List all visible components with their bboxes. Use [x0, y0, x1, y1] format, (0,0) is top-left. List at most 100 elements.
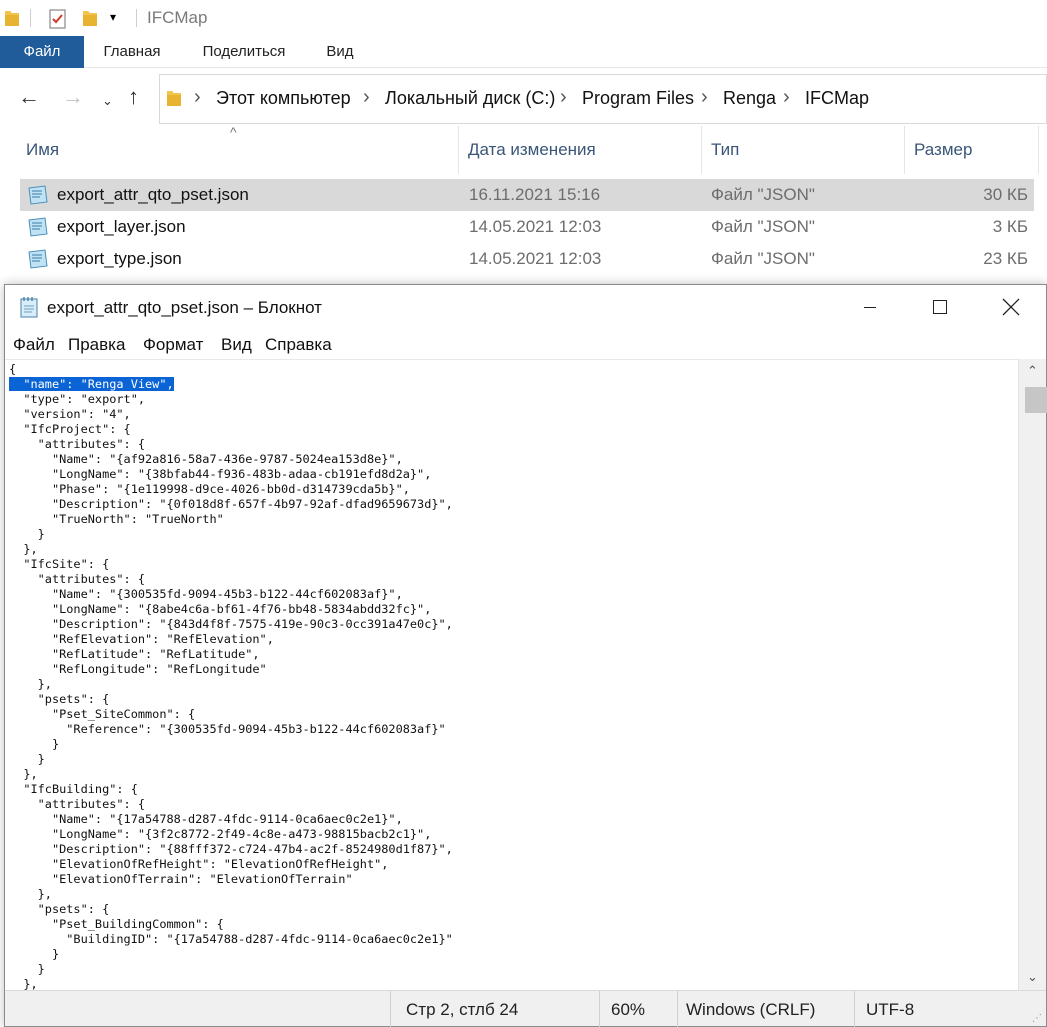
vertical-scrollbar[interactable]: ⌃ ⌄ — [1018, 359, 1047, 991]
editor-line: "RefElevation": "RefElevation", — [9, 632, 274, 646]
editor-line: "type": "export", — [9, 392, 146, 406]
editor-line: "Pset_SiteCommon": { — [9, 707, 196, 721]
editor-line: "ElevationOfTerrain": "ElevationOfTerrai… — [9, 872, 353, 886]
file-row[interactable]: export_type.json 14.05.2021 12:03 Файл "… — [20, 243, 1034, 275]
menu-edit[interactable]: Правка — [68, 335, 125, 355]
properties-checkmark-icon[interactable] — [48, 8, 68, 35]
text-editor[interactable]: { "name": "Renga View", "type": "export"… — [5, 359, 1018, 991]
breadcrumb-chevron-icon[interactable]: › — [701, 86, 708, 109]
editor-line: }, — [9, 542, 38, 556]
editor-line: "attributes": { — [9, 437, 146, 451]
notepad-title-bar[interactable]: export_attr_qto_pset.json – Блокнот — [5, 285, 1046, 331]
editor-line: "Pset_BuildingCommon": { — [9, 917, 224, 931]
breadcrumb-local-disk[interactable]: Локальный диск (C:) — [385, 88, 555, 109]
file-date: 14.05.2021 12:03 — [469, 249, 602, 268]
editor-line: "BuildingID": "{17a54788-d287-4fdc-9114-… — [9, 932, 453, 946]
status-zoom: 60% — [611, 1000, 646, 1019]
json-file-icon — [26, 216, 50, 243]
scrollbar-thumb[interactable] — [1025, 387, 1047, 413]
editor-line: "TrueNorth": "TrueNorth" — [9, 512, 224, 526]
editor-line: "IfcBuilding": { — [9, 782, 138, 796]
address-bar[interactable]: › Этот компьютер › Локальный диск (C:) ›… — [159, 74, 1047, 124]
resize-grip-icon[interactable]: ⋰ — [1032, 1013, 1042, 1024]
maximize-icon — [933, 300, 947, 314]
file-type: Файл "JSON" — [711, 249, 815, 268]
tab-home[interactable]: Главная — [92, 36, 172, 68]
editor-line: "psets": { — [9, 902, 110, 916]
maximize-button[interactable] — [906, 285, 976, 331]
tab-view[interactable]: Вид — [316, 36, 364, 68]
new-folder-icon[interactable] — [82, 8, 98, 33]
notepad-title: export_attr_qto_pset.json – Блокнот — [47, 298, 322, 317]
editor-line: "Name": "{af92a816-58a7-436e-9787-5024ea… — [9, 452, 403, 466]
file-date: 14.05.2021 12:03 — [469, 217, 602, 236]
editor-line: "psets": { — [9, 692, 110, 706]
menu-file[interactable]: Файл — [13, 335, 55, 355]
column-header-type[interactable]: Тип — [711, 140, 739, 160]
ribbon-tabs: Файл Главная Поделиться Вид — [0, 36, 1047, 68]
editor-line: "Reference": "{300535fd-9094-45b3-b122-4… — [9, 722, 446, 736]
minimize-button[interactable] — [836, 285, 906, 331]
breadcrumb-chevron-icon[interactable]: › — [783, 86, 790, 109]
editor-line: }, — [9, 977, 38, 991]
recent-locations-chevron-icon[interactable]: ⌄ — [102, 88, 113, 114]
breadcrumb-this-pc[interactable]: Этот компьютер — [216, 88, 351, 109]
quick-access-toolbar: ▾ IFCMap — [0, 0, 1047, 36]
editor-line: } — [9, 962, 45, 976]
breadcrumb-chevron-icon[interactable]: › — [194, 86, 201, 109]
breadcrumb-chevron-icon[interactable]: › — [363, 86, 370, 109]
navigation-bar: ← → ⌄ ↑ › Этот компьютер › Локальный дис… — [0, 72, 1047, 124]
editor-line: "RefLongitude": "RefLongitude" — [9, 662, 267, 676]
editor-line: "Description": "{843d4f8f-7575-419e-90c3… — [9, 617, 453, 631]
notepad-menu-bar: Файл Правка Формат Вид Справка — [5, 331, 1046, 359]
editor-line: "IfcSite": { — [9, 557, 110, 571]
notepad-icon — [19, 295, 41, 324]
minimize-icon — [864, 307, 876, 308]
folder-icon[interactable] — [4, 8, 20, 33]
column-header-name[interactable]: Имя — [26, 140, 59, 160]
json-file-icon — [26, 248, 50, 275]
editor-line: } — [9, 752, 45, 766]
editor-line: "ElevationOfRefHeight": "ElevationOfRefH… — [9, 857, 389, 871]
breadcrumb-ifcmap[interactable]: IFCMap — [805, 88, 869, 109]
breadcrumb-renga[interactable]: Renga — [723, 88, 776, 109]
scroll-up-icon[interactable]: ⌃ — [1027, 363, 1038, 379]
close-button[interactable] — [976, 285, 1046, 331]
file-row[interactable]: export_attr_qto_pset.json 16.11.2021 15:… — [20, 179, 1034, 211]
editor-line: }, — [9, 887, 52, 901]
scroll-down-icon[interactable]: ⌄ — [1027, 969, 1038, 985]
status-bar: Стр 2, стлб 24 60% Windows (CRLF) UTF-8 … — [5, 990, 1046, 1027]
editor-line: "attributes": { — [9, 572, 146, 586]
file-date: 16.11.2021 15:16 — [469, 185, 601, 204]
file-row[interactable]: export_layer.json 14.05.2021 12:03 Файл … — [20, 211, 1034, 243]
status-encoding: UTF-8 — [866, 1000, 915, 1019]
back-arrow-icon[interactable]: ← — [18, 84, 40, 110]
window-title: IFCMap — [147, 8, 208, 27]
tab-share[interactable]: Поделиться — [188, 36, 300, 68]
editor-line: "Description": "{88fff372-c724-47b4-ac2f… — [9, 842, 453, 856]
column-header-size[interactable]: Размер — [914, 140, 972, 160]
editor-line: "name": "Renga View", — [9, 377, 174, 391]
editor-line: "Description": "{0f018d8f-657f-4b97-92af… — [9, 497, 453, 511]
json-file-icon — [26, 184, 50, 211]
menu-view[interactable]: Вид — [221, 335, 252, 355]
breadcrumb-program-files[interactable]: Program Files — [582, 88, 694, 109]
menu-help[interactable]: Справка — [265, 335, 332, 355]
editor-line: "attributes": { — [9, 797, 146, 811]
tab-file[interactable]: Файл — [0, 36, 84, 68]
breadcrumb-chevron-icon[interactable]: › — [560, 86, 567, 109]
customize-dropdown-icon[interactable]: ▾ — [110, 10, 116, 24]
editor-line: } — [9, 527, 45, 541]
editor-line: "Phase": "{1e119998-d9ce-4026-bb0d-d3147… — [9, 482, 410, 496]
editor-line: "version": "4", — [9, 407, 131, 421]
editor-line: }, — [9, 677, 52, 691]
status-line-ending: Windows (CRLF) — [686, 1000, 816, 1019]
notepad-window: export_attr_qto_pset.json – Блокнот Файл… — [4, 284, 1047, 1027]
file-name: export_type.json — [57, 249, 182, 268]
menu-format[interactable]: Формат — [143, 335, 203, 355]
file-size: 3 КБ — [992, 217, 1028, 236]
column-header-date[interactable]: Дата изменения — [468, 140, 596, 160]
up-arrow-icon[interactable]: ↑ — [128, 84, 139, 110]
file-type: Файл "JSON" — [711, 217, 815, 236]
forward-arrow-icon[interactable]: → — [62, 84, 84, 110]
